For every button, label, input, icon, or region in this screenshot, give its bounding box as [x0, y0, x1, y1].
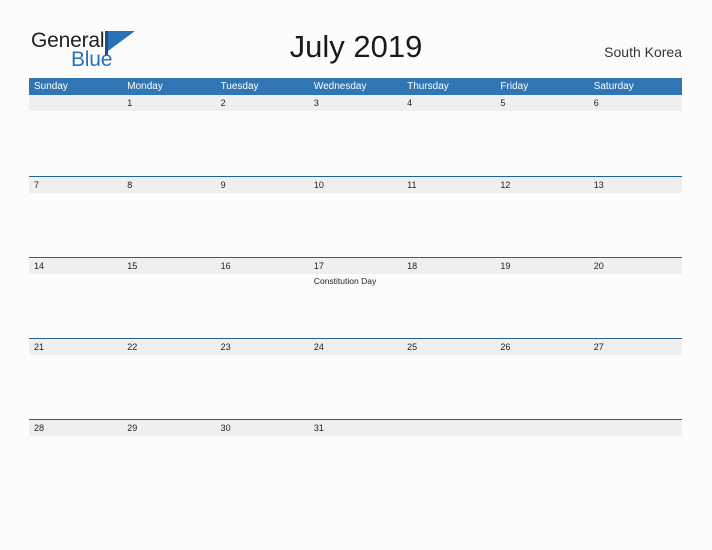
- weekday-header-tuesday: Tuesday: [220, 81, 259, 92]
- day-cell[interactable]: 27: [588, 339, 682, 419]
- day-cell[interactable]: 26: [495, 339, 589, 419]
- day-cell[interactable]: 9: [215, 177, 309, 257]
- weekday-header-monday: Monday: [127, 81, 163, 92]
- day-cell[interactable]: 8: [122, 177, 216, 257]
- week-row: 1 2 3 4 5 6: [29, 95, 682, 176]
- day-number: 12: [500, 180, 511, 190]
- day-number: 23: [220, 342, 231, 352]
- day-cell[interactable]: 16: [215, 258, 309, 338]
- day-cell[interactable]: 14: [29, 258, 123, 338]
- day-cell[interactable]: 22: [122, 339, 216, 419]
- weekday-header-row: Sunday Monday Tuesday Wednesday Thursday…: [29, 78, 682, 95]
- day-event: Constitution Day: [313, 276, 377, 286]
- day-cell[interactable]: 2: [215, 95, 309, 176]
- day-number: 27: [593, 342, 604, 352]
- day-number: 4: [407, 98, 413, 108]
- day-cell[interactable]: 5: [495, 95, 589, 176]
- day-number: 3: [313, 98, 319, 108]
- day-cell[interactable]: 30: [215, 420, 309, 500]
- day-cell[interactable]: [29, 95, 123, 176]
- day-number: 18: [407, 261, 418, 271]
- day-number: 9: [220, 180, 226, 190]
- day-cell[interactable]: 20: [588, 258, 682, 338]
- day-cell[interactable]: 12: [495, 177, 589, 257]
- day-cell[interactable]: 3: [308, 95, 403, 176]
- day-number: 25: [407, 342, 418, 352]
- day-cell[interactable]: 25: [402, 339, 496, 419]
- day-number: 31: [313, 423, 324, 433]
- day-cell[interactable]: 18: [402, 258, 496, 338]
- day-number: 16: [220, 261, 231, 271]
- day-cell[interactable]: [402, 420, 496, 500]
- week-row: 7 8 9 10 11 12 13: [29, 176, 682, 257]
- day-cell[interactable]: [495, 420, 589, 500]
- day-number: 1: [127, 98, 133, 108]
- day-number: 28: [34, 423, 45, 433]
- day-number: 6: [593, 98, 599, 108]
- day-cell[interactable]: 31: [308, 420, 403, 500]
- day-number: 13: [593, 180, 604, 190]
- day-number: 22: [127, 342, 138, 352]
- day-cell[interactable]: [588, 420, 682, 500]
- country-label: South Korea: [604, 44, 682, 60]
- day-number: 24: [313, 342, 324, 352]
- day-cell[interactable]: 4: [402, 95, 496, 176]
- day-cell[interactable]: 13: [588, 177, 682, 257]
- day-cell[interactable]: 10: [308, 177, 403, 257]
- day-cell[interactable]: 11: [402, 177, 496, 257]
- weekday-header-sunday: Sunday: [34, 81, 68, 92]
- day-number: 5: [500, 98, 506, 108]
- day-number: 29: [127, 423, 138, 433]
- calendar-grid: Sunday Monday Tuesday Wednesday Thursday…: [29, 78, 682, 500]
- weekday-header-friday: Friday: [500, 81, 529, 92]
- week-row: 14 15 16 17 Constitution Day 18 19 20: [29, 257, 682, 338]
- day-cell[interactable]: 24: [308, 339, 403, 419]
- day-number: 10: [313, 180, 324, 190]
- day-cell[interactable]: 21: [29, 339, 123, 419]
- day-number: 15: [127, 261, 138, 271]
- day-number: 17: [313, 261, 324, 271]
- day-number: 26: [500, 342, 511, 352]
- day-number: 11: [407, 180, 417, 190]
- day-cell[interactable]: 23: [215, 339, 309, 419]
- week-row: 21 22 23 24 25 26 27: [29, 338, 682, 419]
- day-cell[interactable]: 6: [588, 95, 682, 176]
- day-cell[interactable]: 29: [122, 420, 216, 500]
- day-number: 20: [593, 261, 604, 271]
- day-cell[interactable]: 1: [122, 95, 216, 176]
- page-header: General Blue July 2019 South Korea: [0, 0, 712, 76]
- day-cell[interactable]: 19: [495, 258, 589, 338]
- day-cell[interactable]: 7: [29, 177, 123, 257]
- weekday-header-wednesday: Wednesday: [313, 81, 367, 92]
- weekday-header-saturday: Saturday: [593, 81, 634, 92]
- day-cell[interactable]: 28: [29, 420, 123, 500]
- day-number: 19: [500, 261, 511, 271]
- day-number: 21: [34, 342, 45, 352]
- day-cell-holiday[interactable]: 17 Constitution Day: [308, 258, 403, 338]
- weekday-header-thursday: Thursday: [407, 81, 449, 92]
- day-number: 7: [34, 180, 40, 190]
- day-cell[interactable]: 15: [122, 258, 216, 338]
- week-row: 28 29 30 31: [29, 419, 682, 500]
- day-number: 30: [220, 423, 231, 433]
- day-number: 8: [127, 180, 133, 190]
- day-number: 2: [220, 98, 226, 108]
- day-number: 14: [34, 261, 45, 271]
